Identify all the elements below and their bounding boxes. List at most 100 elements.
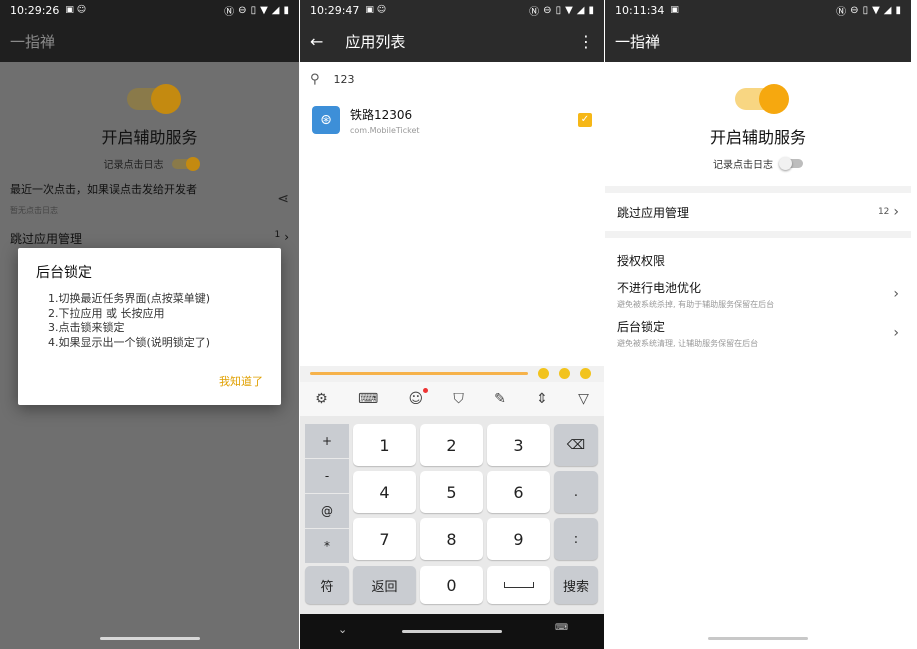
keyboard-switch-icon[interactable]: ⌨ [555,623,568,633]
handwriting-icon[interactable]: ✎ [494,391,506,407]
status-time: 10:29:26 [10,3,60,17]
dialog-line: 3.点击锁来锁定 [48,321,125,334]
skin-shirt-icon[interactable]: ⛉ [453,391,464,407]
toggle-knob [779,157,792,170]
screen-app-list: 10:29:47 ▣ ☺ Ⓝ ⊖ ▯ ▼ ◢ ▮ ← 应用列表 ⋮ ⚲ 123 … [300,0,604,649]
status-time: 10:11:34 [615,3,665,17]
key-8[interactable]: 8 [420,518,483,560]
railway-app-icon: ⊛ [312,106,340,134]
skip-label: 跳过应用管理 [617,205,690,220]
nfc-icon: Ⓝ [224,6,235,18]
row-title: 不进行电池优化 [617,280,702,295]
service-toggle[interactable] [126,84,181,114]
key-1[interactable]: 1 [353,424,416,466]
keyboard-layout-icon[interactable]: ⌨ [358,391,378,407]
row-title: 后台锁定 [617,319,666,334]
divider [605,186,911,193]
service-toggle-wrap [0,84,299,114]
gesture-bar[interactable] [708,637,808,640]
chevron-right-icon: › [284,230,289,244]
key-6[interactable]: 6 [487,471,550,513]
nfc-icon: Ⓝ [836,6,847,18]
collapse-keyboard-icon[interactable]: ▽ [578,391,589,407]
chevron-down-icon[interactable]: ⌄ [338,623,347,636]
app-bar: 一指禅 [0,20,299,62]
toggle-knob [150,84,181,114]
keyboard-toolbar: ⚙ ⌨ ☺ ⛉ ✎ ⇕ ▽ [300,382,604,416]
key-star[interactable]: * [305,529,349,563]
dnd-icon: ⊖ [238,4,247,16]
last-click-sub: 暂无点击日志 [10,206,58,215]
key-minus[interactable]: - [305,459,349,493]
emoji-face-icon[interactable] [538,368,549,379]
key-7[interactable]: 7 [353,518,416,560]
vibrate-icon: ▯ [862,4,869,16]
app-name: 铁路12306 [350,107,413,122]
skip-row[interactable]: 跳过应用管理 1 › [0,230,299,247]
service-toggle-wrap [605,84,911,114]
log-toggle[interactable] [779,157,803,170]
dialog-line: 2.下拉应用 或 长按应用 [48,306,165,320]
key-9[interactable]: 9 [487,518,550,560]
dialog-ok-button[interactable]: 我知道了 [219,373,263,389]
system-icons: Ⓝ ⊖ ▯ ▼ ◢ ▮ [836,3,901,18]
signal-icon: ◢ [576,4,585,16]
key-search[interactable]: 搜索 [554,566,598,604]
key-colon[interactable]: : [554,518,598,560]
key-dot[interactable]: . [554,471,598,513]
settings-gear-icon[interactable]: ⚙ [315,391,328,407]
key-3[interactable]: 3 [487,424,550,466]
app-bar: 一指禅 [605,20,911,62]
cursor-move-icon[interactable]: ⇕ [536,391,548,407]
last-click-row[interactable]: 最近一次点击，如果误点击发给开发者 暂无点击日志 ⋖ [0,181,299,216]
skip-row[interactable]: 跳过应用管理 12 › [605,193,911,231]
keyboard-progress-line [310,372,528,375]
list-item[interactable]: ⊛ 铁路12306 com.MobileTicket ✓ [300,96,604,144]
key-4[interactable]: 4 [353,471,416,513]
share-icon[interactable]: ⋖ [277,191,289,207]
emoji-face-icon[interactable] [580,368,591,379]
key-at[interactable]: @ [305,494,349,528]
search-row[interactable]: ⚲ 123 [300,62,604,96]
back-arrow-icon[interactable]: ← [310,32,323,51]
chevron-right-icon: › [893,204,899,220]
service-toggle[interactable] [735,84,789,114]
page-title: 应用列表 [345,32,406,51]
gesture-bar[interactable] [99,637,200,640]
app-checkbox[interactable]: ✓ [578,113,592,127]
vibrate-icon: ▯ [250,4,257,16]
log-toggle[interactable] [171,156,200,171]
emoji-face-icon[interactable] [559,368,570,379]
dnd-icon: ⊖ [850,4,859,16]
more-vert-icon[interactable]: ⋮ [578,32,594,51]
key-symbols[interactable]: 符 [305,566,349,604]
vibrate-icon: ▯ [555,4,562,16]
search-icon: ⚲ [310,71,320,87]
wifi-icon: ▼ [872,4,880,16]
app-package: com.MobileTicket [350,125,420,135]
emoji-icon[interactable]: ☺ [408,388,429,407]
key-back[interactable]: 返回 [353,566,416,604]
soft-keyboard: ⚙ ⌨ ☺ ⛉ ✎ ⇕ ▽ + - @ * 1 2 3 ⌫ 4 5 6 . 7 … [300,366,604,614]
chevron-right-icon: › [893,286,899,302]
key-5[interactable]: 5 [420,471,483,513]
status-bar: 10:29:47 ▣ ☺ Ⓝ ⊖ ▯ ▼ ◢ ▮ [300,0,604,20]
gesture-bar[interactable] [402,630,502,633]
backspace-icon[interactable]: ⌫ [554,424,598,466]
screen-main-with-dialog: 10:29:26 ▣ ☺ Ⓝ ⊖ ▯ ▼ ◢ ▮ 一指禅 开启辅助服务 记录点击… [0,0,299,649]
background-lock-row[interactable]: 后台锁定 避免被系统清理, 让辅助服务保留在后台 › [605,313,911,353]
space-key[interactable] [487,566,550,604]
keyboard-candidate-bar [300,366,604,382]
battery-opt-row[interactable]: 不进行电池优化 避免被系统杀掉, 有助于辅助服务保留在后台 › [605,275,911,313]
row-subtitle: 避免被系统清理, 让辅助服务保留在后台 [617,338,759,348]
key-plus[interactable]: + [305,424,349,458]
key-2[interactable]: 2 [420,424,483,466]
status-bar: 10:11:34 ▣ Ⓝ ⊖ ▯ ▼ ◢ ▮ [605,0,911,20]
keyboard-keys: + - @ * 1 2 3 ⌫ 4 5 6 . 7 8 9 : 符 返回 0 搜… [300,416,604,614]
key-0[interactable]: 0 [420,566,483,604]
service-title: 开启辅助服务 [709,128,806,147]
chevron-right-icon: › [893,325,899,341]
log-row: 记录点击日志 [0,156,299,171]
search-input[interactable]: 123 [334,73,355,86]
auth-section-title: 授权权限 [617,254,666,268]
